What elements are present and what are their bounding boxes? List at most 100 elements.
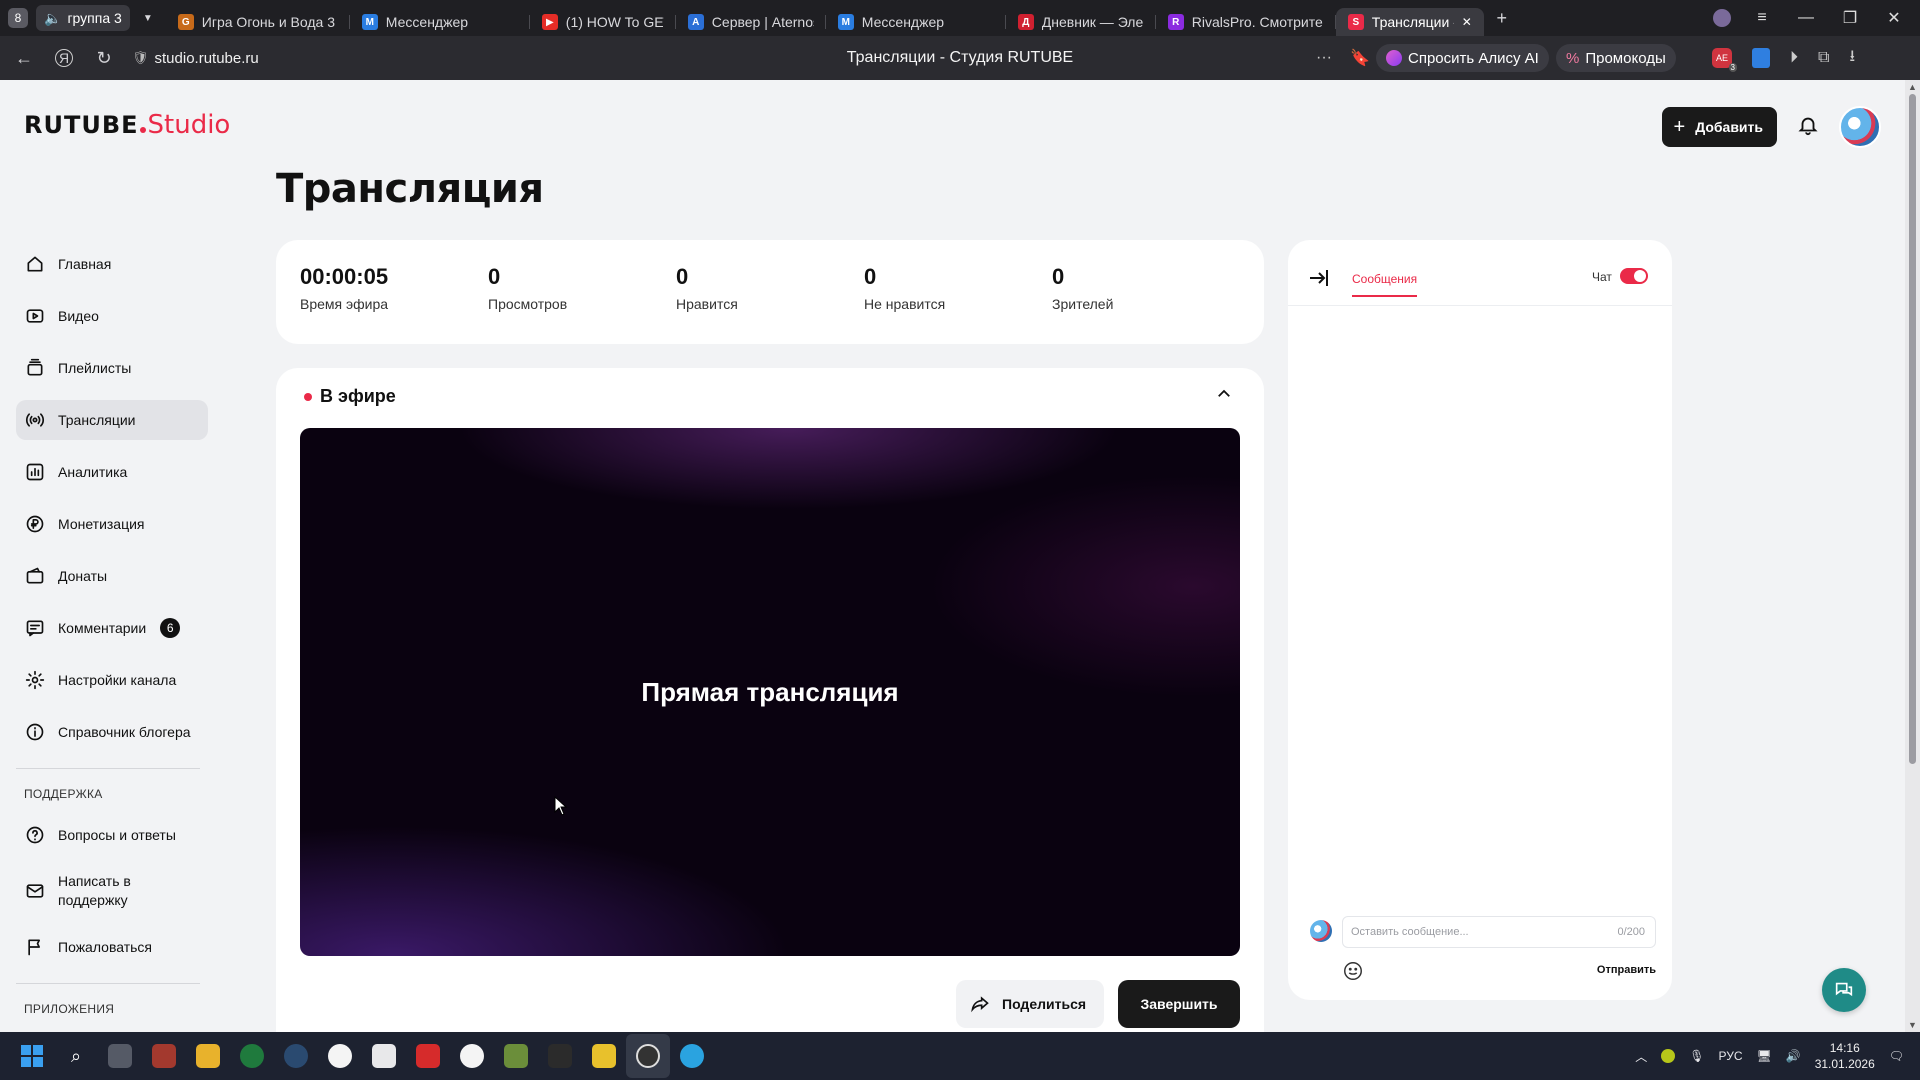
taskbar-app[interactable] bbox=[406, 1034, 450, 1078]
minimize-button[interactable]: — bbox=[1784, 0, 1828, 36]
url-text[interactable]: studio.rutube.ru bbox=[155, 50, 259, 67]
shield-extension-icon[interactable] bbox=[1752, 48, 1770, 68]
taskbar-app[interactable] bbox=[318, 1034, 362, 1078]
search-button[interactable]: ⌕ bbox=[54, 1034, 98, 1078]
browser-tab[interactable]: G Игра Огонь и Вода 3 – bbox=[166, 8, 350, 36]
start-button[interactable] bbox=[10, 1034, 54, 1078]
taskbar-app[interactable] bbox=[494, 1034, 538, 1078]
browser-tab[interactable]: M Мессенджер bbox=[350, 8, 530, 36]
adblock-extension-icon[interactable]: AE 3 bbox=[1712, 48, 1737, 72]
microphone-icon[interactable]: 🎙 bbox=[1689, 1049, 1704, 1063]
collapse-button[interactable] bbox=[1212, 382, 1236, 406]
sidebar-item-info[interactable]: Справочник блогера bbox=[16, 712, 208, 752]
end-stream-button[interactable]: Завершить bbox=[1118, 980, 1240, 1028]
download-icon[interactable]: ⭳ bbox=[1849, 45, 1855, 72]
alice-ai-button[interactable]: Спросить Алису AI bbox=[1376, 44, 1549, 72]
taskbar-app[interactable] bbox=[274, 1034, 318, 1078]
sidebar-item-video[interactable]: Видео bbox=[16, 296, 208, 336]
taskbar-app[interactable] bbox=[626, 1034, 670, 1078]
chat-message-input[interactable]: Оставить сообщение... 0/200 bbox=[1342, 916, 1656, 948]
sidebar-item-label: Монетизация bbox=[58, 516, 145, 532]
sidebar-item-playlist[interactable]: Плейлисты bbox=[16, 348, 208, 388]
yandex-button[interactable]: Я bbox=[44, 38, 84, 78]
reload-button[interactable]: ↻ bbox=[84, 38, 124, 78]
scroll-up-icon[interactable]: ▲ bbox=[1908, 82, 1917, 92]
browser-tab[interactable]: M Мессенджер bbox=[826, 8, 1006, 36]
clock-date: 31.01.2026 bbox=[1814, 1057, 1875, 1071]
tab-label: Трансляции - Студи bbox=[1371, 14, 1454, 30]
tab-active[interactable]: S Трансляции - Студи ✕ bbox=[1335, 8, 1484, 36]
sidebar-item-gear[interactable]: Настройки канала bbox=[16, 660, 208, 700]
question-icon bbox=[24, 824, 46, 846]
browser-tab[interactable]: R RivalsPro. Смотрите в bbox=[1156, 8, 1336, 36]
taskbar-app[interactable] bbox=[142, 1034, 186, 1078]
tab-group-collapse[interactable]: ▼ bbox=[130, 4, 166, 32]
notification-icon[interactable]: 🗨 bbox=[1889, 1049, 1904, 1063]
rutube-studio-logo[interactable]: RUTUBE Studio bbox=[24, 110, 230, 147]
volume-icon[interactable]: 🔊 bbox=[1786, 1049, 1801, 1063]
chevron-up-icon[interactable]: ︿ bbox=[1635, 1048, 1647, 1065]
stat-item: 0 Нравится bbox=[676, 264, 864, 320]
network-icon[interactable]: 🖥 bbox=[1757, 1049, 1772, 1063]
emoji-icon[interactable] bbox=[1342, 960, 1364, 982]
scroll-down-icon[interactable]: ▼ bbox=[1908, 1020, 1917, 1030]
chat-bubbles-icon bbox=[1835, 982, 1853, 997]
sidebar-item-label: Написать в поддержку bbox=[58, 873, 131, 908]
video-icon bbox=[24, 305, 46, 327]
clock[interactable]: 14:16 31.01.2026 bbox=[1815, 1040, 1875, 1072]
sidebar-item-label: Комментарии bbox=[58, 620, 147, 636]
new-tab-button[interactable]: + bbox=[1484, 4, 1520, 32]
favicon-icon: ▶ bbox=[541, 14, 558, 30]
menu-icon[interactable]: ≡ bbox=[1740, 0, 1784, 36]
send-button[interactable]: Отправить bbox=[1597, 964, 1656, 976]
sidebar-item-broadcast[interactable]: Трансляции bbox=[16, 400, 208, 440]
page-scrollbar[interactable]: ▲ ▼ bbox=[1905, 80, 1920, 1032]
sidebar-item-ruble[interactable]: Монетизация bbox=[16, 504, 208, 544]
promo-button[interactable]: % Промокоды bbox=[1556, 44, 1676, 72]
sidebar-item-analytics[interactable]: Аналитика bbox=[16, 452, 208, 492]
sidebar-item-question[interactable]: Вопросы и ответы bbox=[16, 815, 208, 855]
favicon-icon: A bbox=[687, 14, 704, 30]
tab-close-icon[interactable]: ✕ bbox=[1462, 15, 1472, 29]
sidebar-item-mail[interactable]: Написать в поддержку bbox=[16, 867, 208, 915]
taskbar-app[interactable] bbox=[450, 1034, 494, 1078]
close-window-button[interactable]: ✕ bbox=[1872, 0, 1916, 36]
language-indicator[interactable]: РУС bbox=[1718, 1049, 1742, 1063]
browser-tab[interactable]: ▶ (1) HOW To GET ALL 9 bbox=[530, 8, 676, 36]
collapse-panel-icon[interactable] bbox=[1308, 268, 1330, 293]
taskbar-app[interactable] bbox=[538, 1034, 582, 1078]
avatar[interactable] bbox=[1839, 106, 1881, 148]
mail-icon bbox=[24, 880, 46, 902]
support-chat-button[interactable] bbox=[1822, 968, 1866, 1012]
taskbar-app[interactable] bbox=[582, 1034, 626, 1078]
profile-icon[interactable] bbox=[1700, 0, 1744, 36]
bookmark-icon[interactable]: 🔖 bbox=[1350, 48, 1370, 68]
tab-messages[interactable]: Сообщения bbox=[1352, 272, 1418, 297]
back-button[interactable]: ← bbox=[4, 38, 44, 78]
browser-tab[interactable]: Д Дневник — Электрон bbox=[1006, 8, 1156, 36]
sidebar-item-home[interactable]: Главная bbox=[16, 244, 208, 284]
collections-icon[interactable]: ⧉ bbox=[1818, 49, 1829, 67]
tab-group[interactable]: 🔈 группа 3 bbox=[36, 5, 130, 31]
stat-item: 0 Зрителей bbox=[1052, 264, 1240, 320]
sidebar-item-wallet[interactable]: Донаты bbox=[16, 556, 208, 596]
more-icon[interactable]: ··· bbox=[1316, 49, 1332, 67]
bell-icon[interactable] bbox=[1797, 114, 1819, 141]
media-icon[interactable]: ⏵ bbox=[1790, 49, 1798, 67]
add-button[interactable]: + Добавить bbox=[1661, 107, 1777, 147]
tray-app-icon[interactable] bbox=[1661, 1049, 1676, 1063]
sidebar-item-flag[interactable]: Пожаловаться bbox=[16, 927, 208, 967]
task-view-button[interactable] bbox=[98, 1034, 142, 1078]
sidebar-item-comment[interactable]: Комментарии 6 bbox=[16, 608, 208, 648]
chat-toggle[interactable] bbox=[1620, 268, 1648, 284]
scrollbar-thumb[interactable] bbox=[1909, 94, 1916, 764]
stream-player[interactable]: Прямая трансляция bbox=[300, 428, 1240, 956]
taskbar-app[interactable] bbox=[230, 1034, 274, 1078]
tab-group-count[interactable]: 8 bbox=[8, 8, 28, 28]
taskbar-app[interactable] bbox=[186, 1034, 230, 1078]
share-button[interactable]: Поделиться bbox=[956, 980, 1104, 1028]
taskbar-app[interactable] bbox=[670, 1034, 714, 1078]
maximize-button[interactable]: ❐ bbox=[1828, 0, 1872, 36]
browser-tab[interactable]: A Сервер | Aternos | Бес bbox=[676, 8, 826, 36]
taskbar-app[interactable] bbox=[362, 1034, 406, 1078]
